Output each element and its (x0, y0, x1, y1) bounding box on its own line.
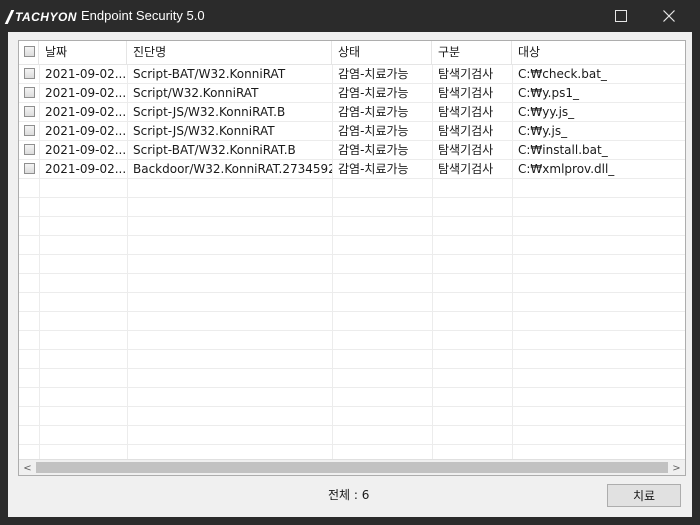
empty-row (19, 407, 685, 426)
scroll-left-icon[interactable]: < (19, 460, 36, 475)
empty-row (19, 179, 685, 198)
cure-button[interactable]: 치료 (607, 484, 681, 507)
title-bar[interactable]: TACHYON Endpoint Security 5.0 (0, 0, 700, 32)
total-count: 전체 : 6 (328, 488, 370, 502)
empty-row (19, 236, 685, 255)
window-title: Endpoint Security 5.0 (81, 8, 205, 23)
cell-date: 2021-09-02... (45, 124, 127, 138)
table-row[interactable]: 2021-09-02... Script-JS/W32.KonniRAT 감염-치료… (19, 122, 685, 141)
app-window: TACHYON Endpoint Security 5.0 INCA Inter… (0, 0, 700, 525)
maximize-icon (615, 10, 627, 22)
col-header-target[interactable]: 대상 (512, 41, 685, 64)
empty-row (19, 312, 685, 331)
col-header-type[interactable]: 구분 (432, 41, 512, 64)
table-row[interactable]: 2021-09-02... Script-JS/W32.KonniRAT.B 감염-… (19, 103, 685, 122)
table-row[interactable]: 2021-09-02... Script-BAT/W32.KonniRAT 감염-치… (19, 65, 685, 84)
maximize-button[interactable] (598, 0, 644, 32)
empty-row (19, 388, 685, 407)
cell-target: C:₩install.bat_ (518, 143, 608, 157)
cell-status: 감염-치료가능 (338, 124, 409, 138)
close-button[interactable] (646, 0, 692, 32)
cell-target: C:₩xmlprov.dll_ (518, 162, 615, 176)
empty-row (19, 217, 685, 236)
cell-diagnosis: Script-JS/W32.KonniRAT.B (133, 105, 286, 119)
select-all-cell (19, 41, 39, 64)
table-row[interactable]: 2021-09-02... Script-BAT/W32.KonniRAT.B 감염… (19, 141, 685, 160)
row-checkbox[interactable] (24, 68, 35, 79)
cell-date: 2021-09-02... (45, 86, 127, 100)
empty-row (19, 331, 685, 350)
empty-row (19, 369, 685, 388)
empty-row (19, 198, 685, 217)
cell-target: C:₩check.bat_ (518, 67, 607, 81)
table-row[interactable]: 2021-09-02... Script/W32.KonniRAT 감염-치료가능 탐… (19, 84, 685, 103)
cell-status: 감염-치료가능 (338, 143, 409, 157)
cell-status: 감염-치료가능 (338, 86, 409, 100)
cell-target: C:₩yy.js_ (518, 105, 575, 119)
cell-target: C:₩y.ps1_ (518, 86, 579, 100)
scroll-thumb[interactable] (36, 462, 668, 473)
detection-list[interactable]: 날짜 진단명 상태 구분 대상 2021-09-02... Script-BAT/… (18, 40, 686, 476)
col-header-diagnosis[interactable]: 진단명 (127, 41, 332, 64)
col-header-status[interactable]: 상태 (332, 41, 432, 64)
cell-date: 2021-09-02... (45, 162, 127, 176)
list-body: 2021-09-02... Script-BAT/W32.KonniRAT 감염-치… (19, 65, 685, 459)
cell-status: 감염-치료가능 (338, 105, 409, 119)
horizontal-scrollbar[interactable]: < > (19, 459, 685, 475)
logo-slash-icon (4, 10, 15, 24)
cell-date: 2021-09-02... (45, 105, 127, 119)
cell-date: 2021-09-02... (45, 67, 127, 81)
cell-type: 탐색기검사 (438, 86, 494, 100)
table-row[interactable]: 2021-09-02... Backdoor/W32.KonniRAT.27345… (19, 160, 685, 179)
empty-row (19, 426, 685, 445)
cell-type: 탐색기검사 (438, 105, 494, 119)
empty-row (19, 350, 685, 369)
cell-diagnosis: Script-BAT/W32.KonniRAT.B (133, 143, 296, 157)
cell-date: 2021-09-02... (45, 143, 127, 157)
cell-status: 감염-치료가능 (338, 67, 409, 81)
col-header-date[interactable]: 날짜 (39, 41, 127, 64)
row-checkbox[interactable] (24, 125, 35, 136)
select-all-checkbox[interactable] (24, 46, 35, 57)
cell-type: 탐색기검사 (438, 162, 494, 176)
empty-row (19, 255, 685, 274)
cell-diagnosis: Backdoor/W32.KonniRAT.2734592 (133, 162, 332, 176)
empty-row (19, 274, 685, 293)
empty-row (19, 293, 685, 312)
tachyon-logo: TACHYON (4, 9, 77, 25)
cell-status: 감염-치료가능 (338, 162, 409, 176)
close-icon (663, 10, 675, 22)
row-checkbox[interactable] (24, 163, 35, 174)
logo-text: TACHYON (15, 10, 77, 24)
content-area: INCA Internet 날짜 진단명 상태 구분 대상 2021-09-02… (8, 32, 692, 517)
cell-diagnosis: Script-BAT/W32.KonniRAT (133, 67, 286, 81)
cell-type: 탐색기검사 (438, 124, 494, 138)
cell-diagnosis: Script-JS/W32.KonniRAT (133, 124, 275, 138)
cell-target: C:₩y.js_ (518, 124, 568, 138)
row-checkbox[interactable] (24, 144, 35, 155)
scroll-right-icon[interactable]: > (668, 460, 685, 475)
cell-type: 탐색기검사 (438, 67, 494, 81)
list-header: 날짜 진단명 상태 구분 대상 (19, 41, 685, 65)
cell-diagnosis: Script/W32.KonniRAT (133, 86, 259, 100)
row-checkbox[interactable] (24, 87, 35, 98)
cell-type: 탐색기검사 (438, 143, 494, 157)
row-checkbox[interactable] (24, 106, 35, 117)
